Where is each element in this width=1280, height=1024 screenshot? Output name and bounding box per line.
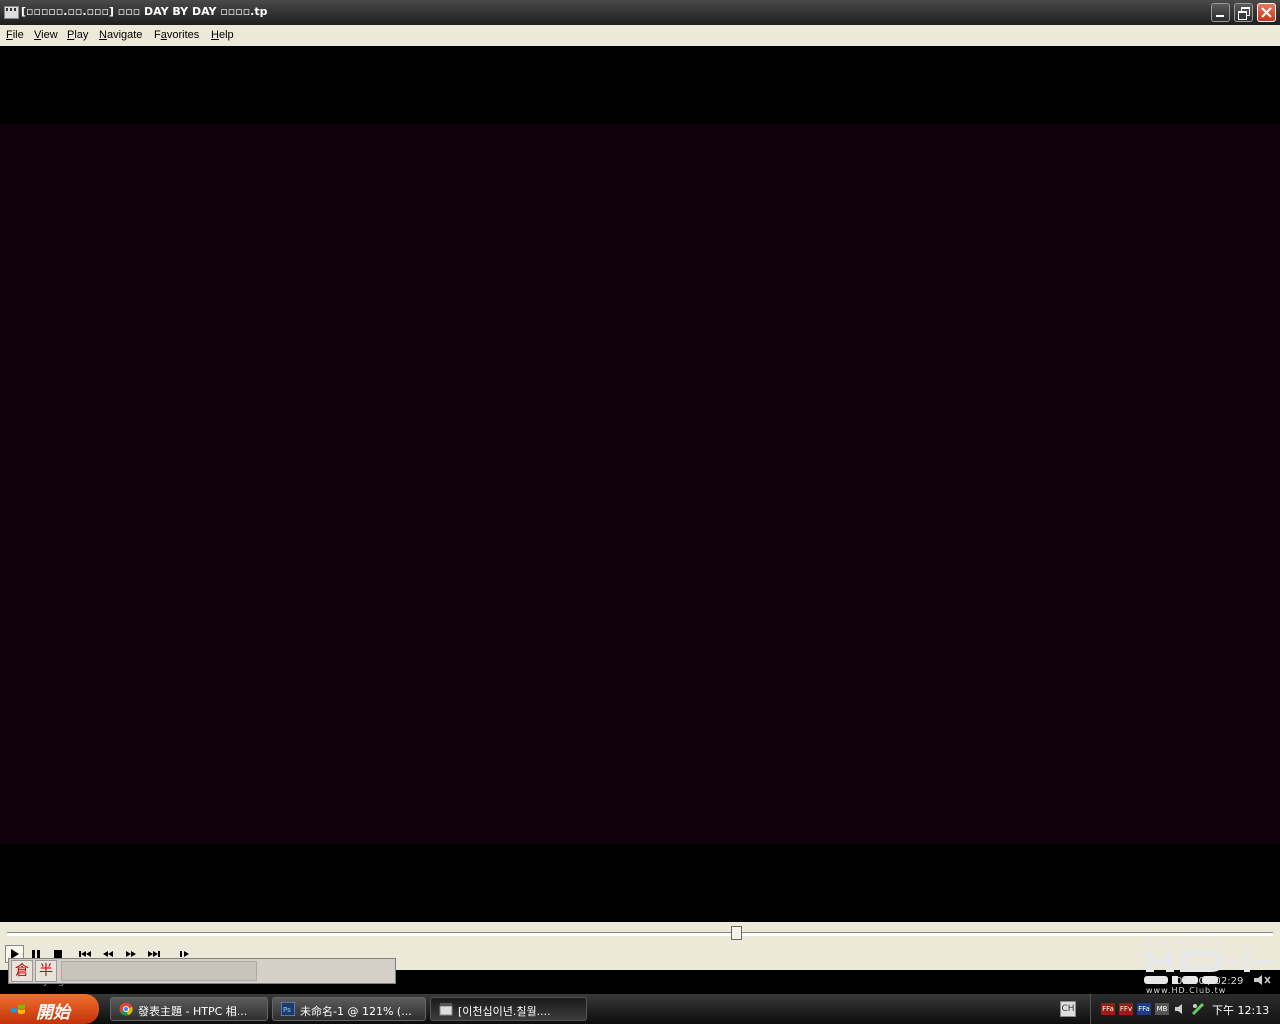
close-icon <box>1261 7 1272 18</box>
title-bar[interactable]: [▫▫▫▫▫.▫▫.▫▫▫] ▫▫▫ DAY BY DAY ▫▫▫▫.tp <box>0 0 1280 25</box>
seek-bar[interactable] <box>7 932 1273 936</box>
restore-button[interactable] <box>1234 3 1253 22</box>
clock[interactable]: 下午 12:13 <box>1212 1002 1269 1018</box>
task-button-media-player[interactable]: [이천십이년.칠월.... <box>430 997 587 1021</box>
windows-logo-icon <box>11 1003 25 1014</box>
menu-file[interactable]: File <box>6 29 24 41</box>
video-area[interactable] <box>0 46 1280 922</box>
menu-play[interactable]: Play <box>67 29 88 41</box>
ime-toolbar[interactable]: 倉 半 <box>8 958 396 984</box>
close-button[interactable] <box>1257 3 1276 22</box>
menu-navigate[interactable]: Navigate <box>99 29 142 41</box>
clapperboard-icon <box>4 6 19 19</box>
ime-input-mode-button[interactable]: 倉 <box>11 960 33 982</box>
seek-thumb[interactable] <box>731 926 742 940</box>
task-label: 未命名-1 @ 121% (... <box>300 1005 412 1018</box>
ffdshow-video-icon[interactable]: FFv <box>1119 1003 1133 1015</box>
ffdshow-audio-icon[interactable]: FFa <box>1101 1003 1115 1015</box>
task-label: [이천십이년.칠월.... <box>458 1005 551 1018</box>
video-frame[interactable] <box>0 124 1280 844</box>
hd-club-watermark: www.HD.Club.tw <box>1140 936 1280 1002</box>
start-button[interactable]: 開始 <box>0 994 99 1024</box>
menu-help[interactable]: Help <box>211 29 234 41</box>
menu-view[interactable]: View <box>34 29 58 41</box>
chrome-icon <box>119 1002 133 1016</box>
photoshop-icon: Ps <box>281 1002 295 1016</box>
taskbar: 開始 發表主題 - HTPC 相... Ps 未命名-1 @ 121% (...… <box>0 994 1280 1024</box>
language-indicator[interactable]: CH <box>1060 1001 1076 1017</box>
svg-text:Ps: Ps <box>283 1006 291 1014</box>
menu-bar: File View Play Navigate Favorites Help <box>0 25 1280 47</box>
task-label: 發表主題 - HTPC 相... <box>138 1005 248 1018</box>
network-tray-icon[interactable] <box>1191 1002 1205 1016</box>
volume-icon <box>1254 975 1271 985</box>
task-button-photoshop[interactable]: Ps 未命名-1 @ 121% (... <box>272 997 426 1021</box>
task-button-chrome[interactable]: 發表主題 - HTPC 相... <box>110 997 268 1021</box>
media-player-icon <box>439 1003 453 1016</box>
ime-composition-field[interactable] <box>61 961 257 981</box>
minimize-button[interactable] <box>1211 3 1230 22</box>
window-title: [▫▫▫▫▫.▫▫.▫▫▫] ▫▫▫ DAY BY DAY ▫▫▫▫.tp <box>21 5 268 18</box>
menu-favorites[interactable]: Favorites <box>154 29 199 41</box>
ffdshow-audio-decoder-icon[interactable]: FFa <box>1137 1003 1151 1015</box>
start-label: 開始 <box>36 1003 70 1023</box>
mb-tray-icon[interactable]: MB <box>1155 1003 1169 1015</box>
ime-half-width-button[interactable]: 半 <box>35 960 57 982</box>
volume-tray-icon[interactable] <box>1173 1002 1187 1016</box>
